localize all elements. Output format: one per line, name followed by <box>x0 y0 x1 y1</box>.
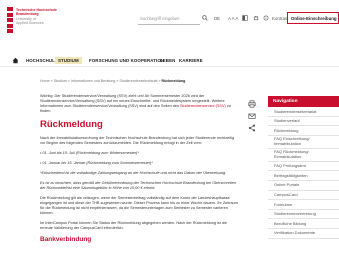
ssv-link[interactable]: Studierendenservice (SSV) <box>180 104 226 108</box>
print-icon[interactable] <box>248 100 256 108</box>
main-content: Wichtig: Der Studierendenservice/Verwalt… <box>40 94 240 243</box>
sidebar-item-campuscard[interactable]: CampusCard <box>268 191 339 201</box>
sidebar-navigation: Navigation Studierendensekretariat Studi… <box>268 96 339 239</box>
sidebar-title: Navigation <box>268 96 339 107</box>
breadcrumb-studium[interactable]: Studium <box>54 79 67 83</box>
list-item: • 01. Juni bis 15. Juli (Rückmeldung zum… <box>40 151 139 155</box>
high-contrast-icon[interactable] <box>242 15 248 21</box>
sidebar-item-faq-pruefungsamt[interactable]: FAQ Prüfungsamt <box>268 162 339 172</box>
sidebar-item-verifikation[interactable]: Verifikation Dokumente <box>268 229 339 239</box>
sidebar-item-online-portale[interactable]: Online Portale <box>268 181 339 191</box>
intro-notice: Wichtig: Der Studierendenservice/Verwalt… <box>40 94 231 113</box>
search-input[interactable]: Suchbegriff eingeben <box>138 14 200 25</box>
paragraph-2: Es ist zu beachten, dass gemäß der Gebüh… <box>40 181 236 190</box>
nav-item-leben[interactable]: LEBEN <box>160 58 175 63</box>
nav-item-hochschule[interactable]: HOCHSCHULE <box>26 58 58 63</box>
nav-item-karriere[interactable]: KARRIERE <box>179 58 203 63</box>
main-navigation: HOCHSCHULE STUDIUM FORSCHUNG UND KOOPERA… <box>0 55 339 67</box>
svg-text:i: i <box>266 16 267 20</box>
breadcrumb-sekretariat[interactable]: Studierendensekretariat <box>119 79 157 83</box>
sidebar-item-faq-rueckmeldung[interactable]: FAQ Rückmeldung/ Exmatrikulation <box>268 149 339 162</box>
sidebar-item-berufliche-bildung[interactable]: Berufliche Bildung <box>268 219 339 229</box>
easy-language-icon[interactable]: i <box>263 15 269 21</box>
text-size-control[interactable]: A A A <box>228 16 238 21</box>
breadcrumb-information[interactable]: Informationen und Beratung <box>71 79 116 83</box>
list-item: • 01. Januar bis 15. Januar (Rückmeldung… <box>40 161 153 165</box>
paragraph-3: Die Rückmeldung gilt als vollzogen, wenn… <box>40 196 238 215</box>
online-enrollment-button[interactable]: Online-Einschreibung › <box>287 12 339 24</box>
sidebar-item-formulare[interactable]: Formulare <box>268 200 339 210</box>
site-header: Technische Hochschule Brandenburg Univer… <box>0 0 339 44</box>
paragraph-4: Im Inter­Campus Portal können Sie Status… <box>40 221 227 230</box>
share-icon[interactable] <box>248 124 256 132</box>
breadcrumb-current: Rückmeldung <box>161 79 186 83</box>
paragraph-1: Nach der Immatrikulationsordnung der Tec… <box>40 136 235 145</box>
online-enrollment-label: Online-Einschreibung <box>291 16 337 21</box>
nav-item-studium[interactable]: STUDIUM <box>55 57 82 64</box>
mail-icon[interactable] <box>248 112 256 120</box>
university-logo[interactable]: Technische Hochschule Brandenburg Univer… <box>7 7 59 37</box>
page-title: Rückmeldung <box>40 119 103 130</box>
sidebar-item-studierendenvertretung[interactable]: Studierendenvertretung <box>268 210 339 220</box>
sidebar-item-faq-einschreibung[interactable]: FAQ Einschreibung/ Immatrikulation <box>268 136 339 149</box>
nav-item-forschung[interactable]: FORSCHUNG UND KOOPERATION <box>89 58 164 63</box>
breadcrumb-home[interactable]: Home <box>40 79 50 83</box>
sidebar-item-beitragsfaelligkeiten[interactable]: Beitragsfälligkeiten <box>268 171 339 181</box>
logo-mark-icon <box>7 7 13 33</box>
sidebar-item-rueckmeldung[interactable]: Rückmeldung <box>268 126 339 136</box>
section-title-bank: Bankverbindung <box>40 236 92 243</box>
logo-line-4: Applied Sciences <box>16 21 44 26</box>
contrast-label[interactable]: Kontrast <box>272 16 288 21</box>
search-icon[interactable] <box>202 15 208 21</box>
breadcrumb: Home » Studium » Informationen und Berat… <box>40 79 186 83</box>
sidebar-item-studienverlauf[interactable]: Studienverlauf <box>268 117 339 127</box>
sign-language-icon[interactable] <box>253 15 259 21</box>
language-switch[interactable]: DE <box>214 16 220 21</box>
sidebar-item-studierendensekretariat[interactable]: Studierendensekretariat <box>268 107 339 117</box>
home-icon[interactable] <box>12 57 19 64</box>
search-placeholder: Suchbegriff eingeben <box>140 16 180 21</box>
footnote: *Entscheidend ist die vollständige Zahlu… <box>40 171 227 175</box>
